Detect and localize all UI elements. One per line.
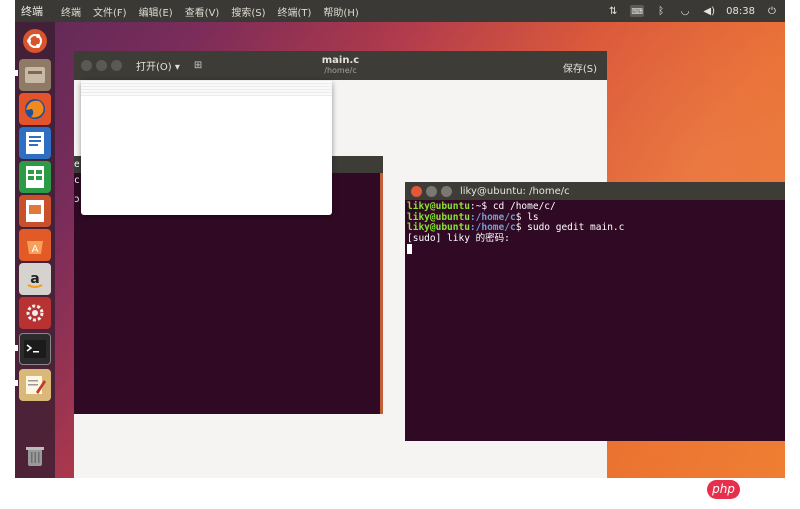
volume-icon[interactable]: ◀) bbox=[702, 4, 716, 18]
keyboard-icon[interactable]: ⌨ bbox=[630, 5, 645, 17]
active-app-name: 终端 bbox=[21, 5, 43, 18]
text-editor-icon[interactable] bbox=[19, 369, 51, 401]
system-settings-icon[interactable] bbox=[19, 297, 51, 329]
maximize-icon[interactable] bbox=[441, 185, 452, 197]
clock[interactable]: 08:38 bbox=[726, 6, 755, 17]
menu-search[interactable]: 搜索(S) bbox=[225, 4, 271, 19]
terminal-icon[interactable] bbox=[19, 333, 51, 365]
launcher-running-indicator bbox=[15, 70, 18, 76]
menu-terminal[interactable]: 终端 bbox=[55, 4, 87, 19]
writer-icon[interactable] bbox=[19, 127, 51, 159]
menu-file[interactable]: 文件(F) bbox=[87, 4, 133, 19]
wifi-icon[interactable]: ◡ bbox=[678, 4, 692, 18]
impress-icon[interactable] bbox=[19, 195, 51, 227]
terminal-output[interactable]: liky@ubuntu:~$ cd /home/c/ liky@ubuntu:/… bbox=[405, 200, 785, 257]
menu-view[interactable]: 查看(V) bbox=[179, 4, 226, 19]
recent-files-list[interactable] bbox=[81, 80, 332, 96]
launcher-running-indicator bbox=[15, 380, 18, 386]
sudo-password-prompt: [sudo] liky 的密码: bbox=[407, 232, 510, 244]
calc-icon[interactable] bbox=[19, 161, 51, 193]
open-file-popover[interactable] bbox=[81, 80, 332, 215]
gedit-headerbar: 打开(O) ▾ ⊞ main.c /home/c 保存(S) bbox=[74, 51, 607, 80]
terminal-cursor bbox=[407, 244, 783, 255]
close-icon[interactable] bbox=[411, 185, 422, 197]
firefox-icon[interactable] bbox=[19, 93, 51, 125]
bluetooth-icon[interactable]: ᛒ bbox=[654, 4, 668, 18]
save-button[interactable]: 保存(S) bbox=[563, 60, 597, 75]
top-panel: 终端 终端 文件(F) 编辑(E) 查看(V) 搜索(S) 终端(T) 帮助(H… bbox=[15, 0, 785, 22]
launcher-running-indicator bbox=[15, 345, 18, 351]
svg-text:A: A bbox=[32, 244, 39, 255]
php-watermark-logo: php bbox=[707, 480, 740, 499]
menu-edit[interactable]: 编辑(E) bbox=[133, 4, 179, 19]
menu-bar: 终端 文件(F) 编辑(E) 查看(V) 搜索(S) 终端(T) 帮助(H) bbox=[55, 4, 365, 19]
system-tray: ⇅ ⌨ ᛒ ◡ ◀) 08:38 ⏻ bbox=[606, 0, 779, 22]
minimize-icon[interactable] bbox=[426, 185, 437, 197]
trash-icon[interactable] bbox=[19, 440, 51, 472]
ubuntu-dash-icon[interactable] bbox=[19, 25, 51, 57]
terminal-window: liky@ubuntu: /home/c liky@ubuntu:~$ cd /… bbox=[405, 182, 785, 441]
power-icon[interactable]: ⏻ bbox=[765, 4, 779, 18]
gedit-title: main.c /home/c bbox=[321, 55, 360, 75]
files-icon[interactable] bbox=[19, 59, 51, 91]
sort-icon[interactable]: ⇅ bbox=[606, 4, 620, 18]
desktop: 终端 终端 文件(F) 编辑(E) 查看(V) 搜索(S) 终端(T) 帮助(H… bbox=[15, 0, 785, 478]
svg-text:a: a bbox=[30, 271, 39, 287]
launcher: A a bbox=[15, 22, 55, 478]
menu-terminal-t[interactable]: 终端(T) bbox=[272, 4, 318, 19]
terminal-line: liky@ubuntu:/home/c$ sudo gedit main.c bbox=[407, 222, 625, 233]
menu-help[interactable]: 帮助(H) bbox=[317, 4, 364, 19]
window-border bbox=[380, 173, 383, 414]
terminal-title: liky@ubuntu: /home/c bbox=[460, 185, 570, 197]
amazon-icon[interactable]: a bbox=[19, 263, 51, 295]
terminal-titlebar[interactable]: liky@ubuntu: /home/c bbox=[405, 182, 785, 200]
software-center-icon[interactable]: A bbox=[19, 229, 51, 261]
